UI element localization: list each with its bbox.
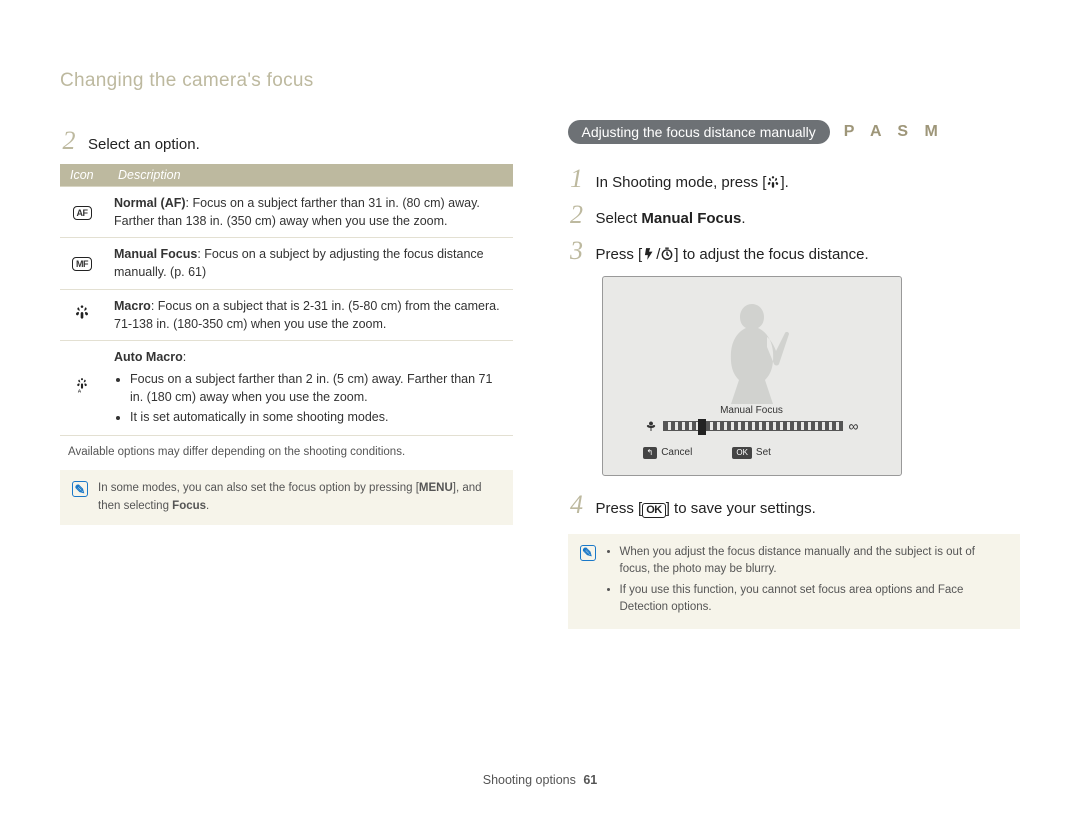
set-label: Set <box>756 447 771 458</box>
focus-options-table: Icon Description AF Normal (AF): Focus o… <box>60 164 513 436</box>
row-bullet: It is set automatically in some shooting… <box>130 408 503 426</box>
lcd-preview: Manual Focus ∞ ↰Cancel OK Set <box>602 276 902 476</box>
note-list: When you adjust the focus distance manua… <box>606 544 1009 619</box>
flower-icon <box>766 175 780 189</box>
step-number: 1 <box>568 164 586 194</box>
section-title: Changing the camera's focus <box>60 70 1020 92</box>
table-row: MF Manual Focus: Focus on a subject by a… <box>60 238 513 289</box>
row-bullet: Focus on a subject farther than 2 in. (5… <box>130 370 503 406</box>
focus-slider: ∞ <box>645 419 859 433</box>
back-button-icon: ↰ <box>643 447 658 459</box>
mode-indicator: P A S M <box>844 123 944 141</box>
info-icon: ✎ <box>72 481 88 497</box>
note-box: ✎ In some modes, you can also set the fo… <box>60 470 513 525</box>
infinity-icon: ∞ <box>849 418 859 434</box>
left-column: 2 Select an option. Icon Description AF … <box>60 120 513 629</box>
right-column: Adjusting the focus distance manually P … <box>568 120 1021 629</box>
page-number: 61 <box>583 773 597 787</box>
col-desc: Description <box>108 164 513 187</box>
footer-section: Shooting options <box>483 773 576 787</box>
row-body: : Focus on a subject that is 2-31 in. (5… <box>114 299 500 331</box>
ok-button-icon: OK <box>732 447 752 459</box>
svg-text:A: A <box>78 389 82 394</box>
macro-end-icon <box>645 420 657 432</box>
step-number: 3 <box>568 236 586 266</box>
page-footer: Shooting options 61 <box>0 773 1080 787</box>
step-text: Press [OK] to save your settings. <box>596 498 1021 519</box>
options-caption: Available options may differ depending o… <box>68 446 513 458</box>
slider-knob <box>698 419 706 435</box>
lcd-label: Manual Focus <box>603 405 901 416</box>
note-item: When you adjust the focus distance manua… <box>620 544 1009 579</box>
table-row: AF Normal (AF): Focus on a subject farth… <box>60 187 513 238</box>
row-title: Auto Macro <box>114 350 183 364</box>
row-title: Normal (AF) <box>114 196 186 210</box>
subject-silhouette <box>707 299 797 409</box>
subsection-pill: Adjusting the focus distance manually <box>568 120 830 144</box>
macro-icon <box>74 304 90 320</box>
note-item: If you use this function, you cannot set… <box>620 582 1009 617</box>
note-text: In some modes, you can also set the focu… <box>98 480 501 515</box>
row-title: Macro <box>114 299 151 313</box>
timer-icon <box>660 247 674 261</box>
flash-icon <box>642 247 656 261</box>
col-icon: Icon <box>60 164 108 187</box>
menu-label: MENU <box>419 482 453 494</box>
table-row: A Auto Macro: Focus on a subject farther… <box>60 340 513 436</box>
af-icon: AF <box>73 206 92 220</box>
table-row: Macro: Focus on a subject that is 2-31 i… <box>60 289 513 340</box>
step-text: In Shooting mode, press []. <box>596 172 1021 193</box>
auto-macro-icon: A <box>74 377 90 393</box>
step-text: Select an option. <box>88 134 513 155</box>
row-title: Manual Focus <box>114 247 197 261</box>
info-icon: ✎ <box>580 545 596 561</box>
ok-icon: OK <box>642 503 666 518</box>
note-box: ✎ When you adjust the focus distance man… <box>568 534 1021 629</box>
row-body: : <box>183 350 186 364</box>
cancel-label: Cancel <box>661 447 692 458</box>
step-text: Select Manual Focus. <box>596 208 1021 229</box>
step-number: 2 <box>568 200 586 230</box>
mf-icon: MF <box>72 257 92 271</box>
step-text: Press [/] to adjust the focus distance. <box>596 244 1021 265</box>
step-number: 4 <box>568 490 586 520</box>
step-number: 2 <box>60 126 78 156</box>
